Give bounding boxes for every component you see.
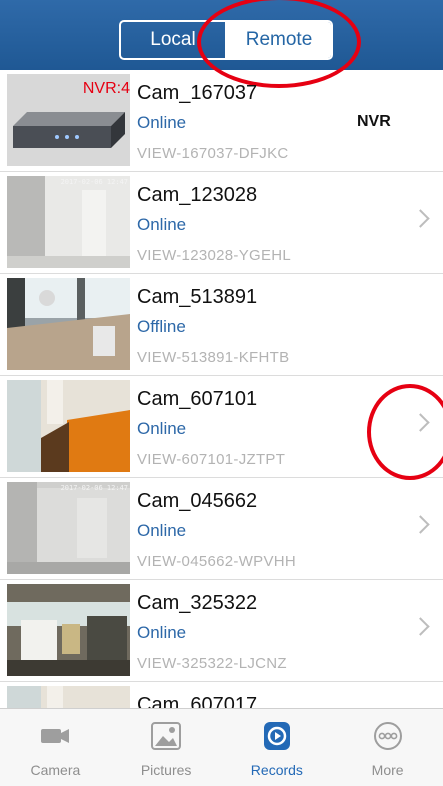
camera-status: Online [137,521,187,540]
camera-thumbnail: NVR:4 [7,74,130,166]
camera-status: Online [137,419,187,438]
camera-thumbnail [7,380,130,472]
camera-code: VIEW-325322-LJCNZ [137,655,287,672]
chevron-right-icon[interactable] [411,515,430,534]
camera-thumbnail [7,584,130,676]
tab-records[interactable]: Records [222,709,333,786]
camera-status: Offline [137,317,186,336]
camera-row[interactable]: 2017-02-06 12:47 Cam_123028 Online VIEW-… [0,172,443,274]
tab-label: Camera [30,762,81,778]
thumbnail-channel-label: NVR:4 [82,80,130,97]
tab-bar: Camera Pictures Records More [0,708,443,786]
camera-code: VIEW-607101-JZTPT [137,451,286,468]
camera-row[interactable]: Cam_513891 Offline VIEW-513891-KFHTB [0,274,443,376]
camera-row[interactable]: NVR:4 Cam_167037 Online VIEW-167037-DFJK… [0,70,443,172]
local-remote-segment: Local Remote [119,20,333,60]
top-bar: Local Remote [0,0,443,70]
camera-status: Online [137,113,187,132]
camera-thumbnail [7,686,130,708]
tab-label: More [371,762,404,778]
nvr-tag: NVR [357,113,391,130]
camera-name: Cam_513891 [137,286,258,308]
camera-name: Cam_123028 [137,184,258,206]
camera-name: Cam_167037 [137,82,258,104]
camera-row[interactable]: Cam_607101 Online VIEW-607101-JZTPT [0,376,443,478]
camera-row[interactable]: Cam_607017 [0,682,443,708]
camera-code: VIEW-123028-YGEHL [137,247,292,264]
chevron-right-icon[interactable] [411,617,430,636]
camera-status: Online [137,215,187,234]
camera-status: Online [137,623,187,642]
tab-label: Records [250,762,303,778]
tab-pictures[interactable]: Pictures [111,709,222,786]
more-icon [373,722,402,750]
camera-thumbnail: 2017-02-06 12:47 [7,176,130,268]
camera-thumbnail [7,278,130,370]
thumbnail-timestamp-graphic: 2017-02-06 12:47 [60,178,128,186]
camera-name: Cam_045662 [137,490,258,512]
camera-code: VIEW-045662-WPVHH [137,553,297,570]
camera-name: Cam_325322 [137,592,258,614]
camera-icon [41,729,70,743]
segment-local[interactable]: Local [121,22,227,58]
pictures-icon [151,722,182,750]
camera-list[interactable]: NVR:4 Cam_167037 Online VIEW-167037-DFJK… [0,70,443,708]
tab-label: Pictures [140,762,192,778]
segment-remote[interactable]: Remote [227,22,331,58]
chevron-right-icon[interactable] [411,413,430,432]
chevron-right-icon[interactable] [411,209,430,228]
camera-code: VIEW-513891-KFHTB [137,349,290,366]
camera-row[interactable]: 2017-02-06 12:47 Cam_045662 Online VIEW-… [0,478,443,580]
camera-code: VIEW-167037-DFJKC [137,145,289,162]
camera-thumbnail: 2017-02-06 12:47 [7,482,130,574]
tab-more[interactable]: More [332,709,443,786]
camera-name: Cam_607101 [137,388,258,410]
thumbnail-timestamp-graphic: 2017-02-06 12:47 [60,484,128,492]
camera-name: Cam_607017 [137,694,258,708]
camera-row[interactable]: Cam_325322 Online VIEW-325322-LJCNZ [0,580,443,682]
records-icon [263,722,290,750]
tab-camera[interactable]: Camera [0,709,111,786]
